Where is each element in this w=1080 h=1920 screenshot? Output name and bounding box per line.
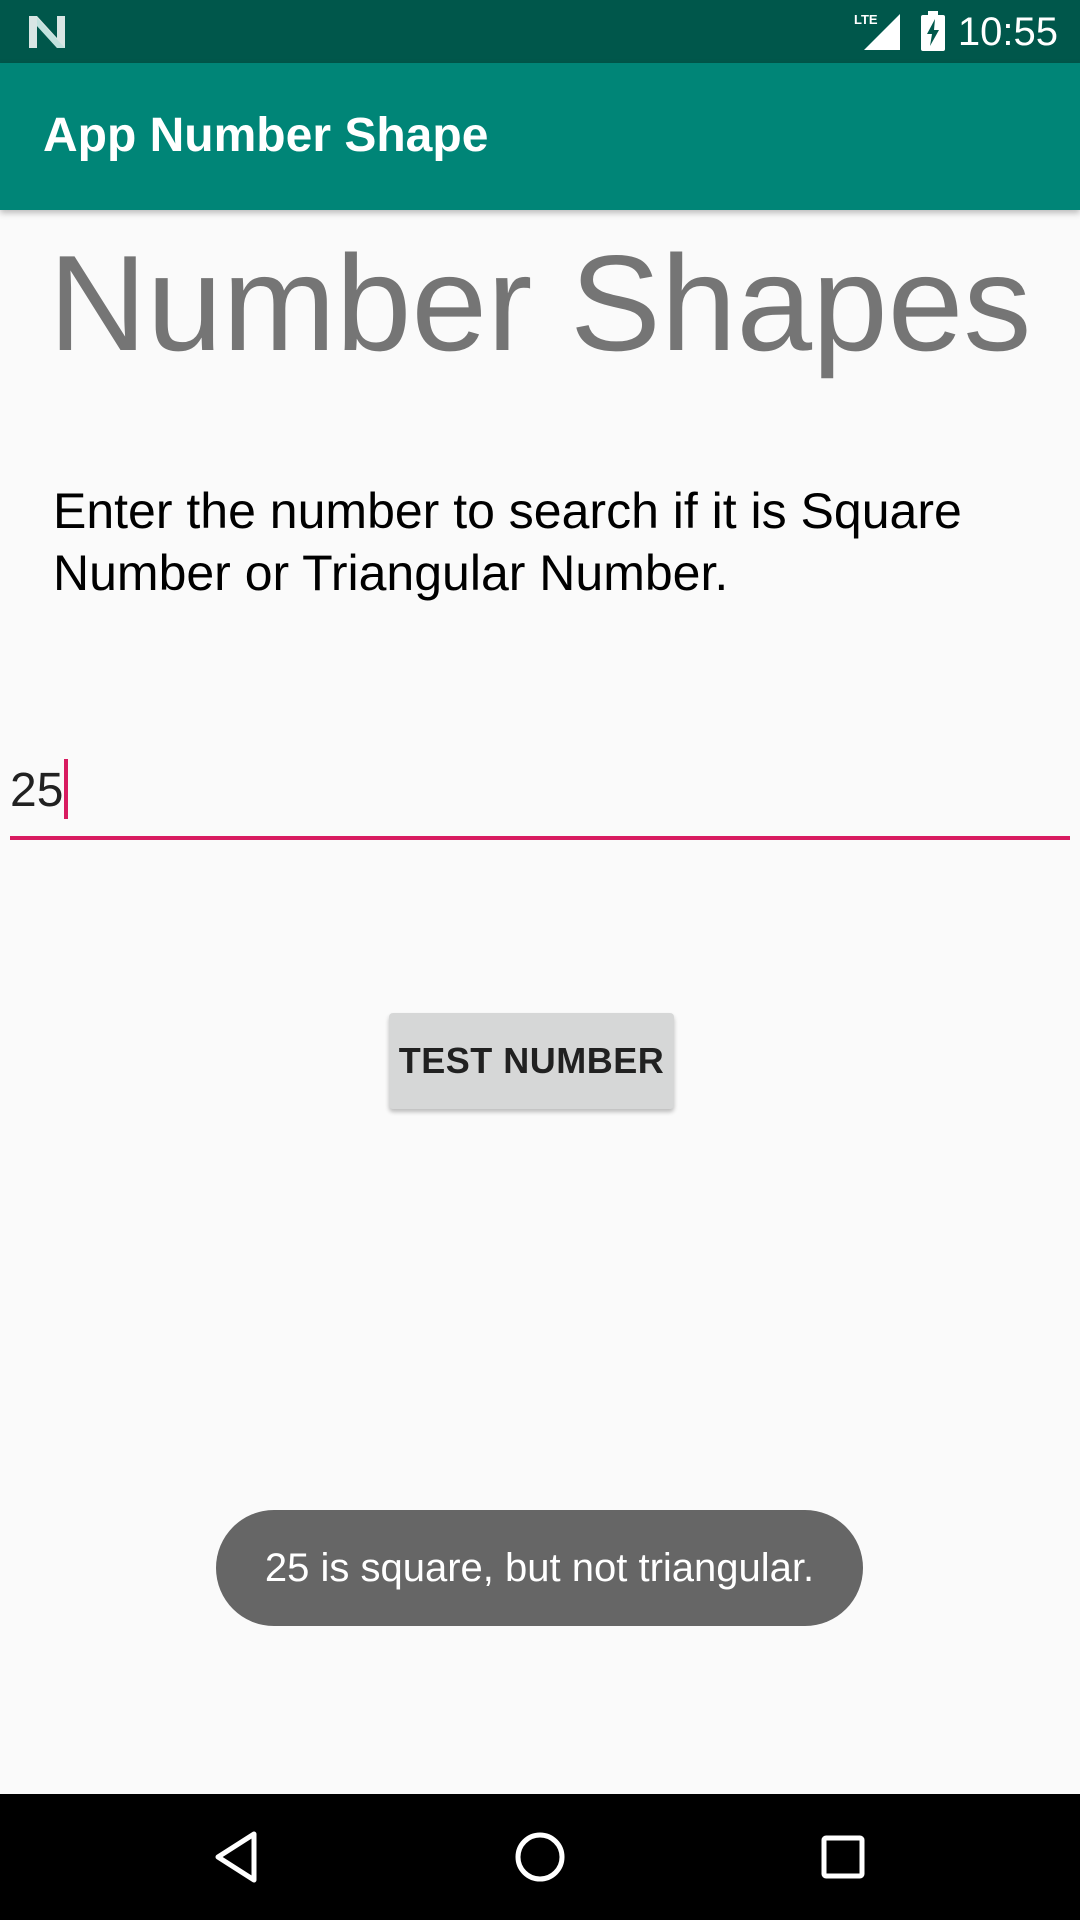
number-input-value: 25 bbox=[10, 764, 64, 817]
test-number-button[interactable]: TEST NUMBER bbox=[389, 1013, 674, 1109]
app-title: App Number Shape bbox=[43, 109, 489, 162]
battery-charging-icon bbox=[921, 11, 945, 51]
lte-label: LTE bbox=[854, 12, 878, 27]
android-n-logo-icon bbox=[29, 16, 65, 48]
status-bar: LTE 10:55 bbox=[0, 0, 1080, 63]
text-cursor bbox=[64, 759, 69, 820]
number-input[interactable]: 25 bbox=[10, 752, 1070, 840]
recents-icon[interactable] bbox=[810, 1824, 876, 1890]
toast-message: 25 is square, but not triangular. bbox=[216, 1510, 863, 1626]
back-icon[interactable] bbox=[204, 1824, 270, 1890]
home-icon[interactable] bbox=[507, 1824, 573, 1890]
instructions-text: Enter the number to search if it is Squa… bbox=[53, 483, 962, 601]
app-toolbar: App Number Shape bbox=[0, 63, 1080, 210]
app-screen: LTE 10:55 App Number Shape Number Shapes… bbox=[0, 0, 1080, 1920]
status-clock: 10:55 bbox=[957, 10, 1058, 54]
lte-signal-icon: LTE bbox=[854, 12, 900, 50]
page-heading: Number Shapes bbox=[48, 227, 1032, 379]
number-input-value-wrap: 25 bbox=[10, 759, 69, 823]
navigation-bar bbox=[0, 1794, 1080, 1920]
